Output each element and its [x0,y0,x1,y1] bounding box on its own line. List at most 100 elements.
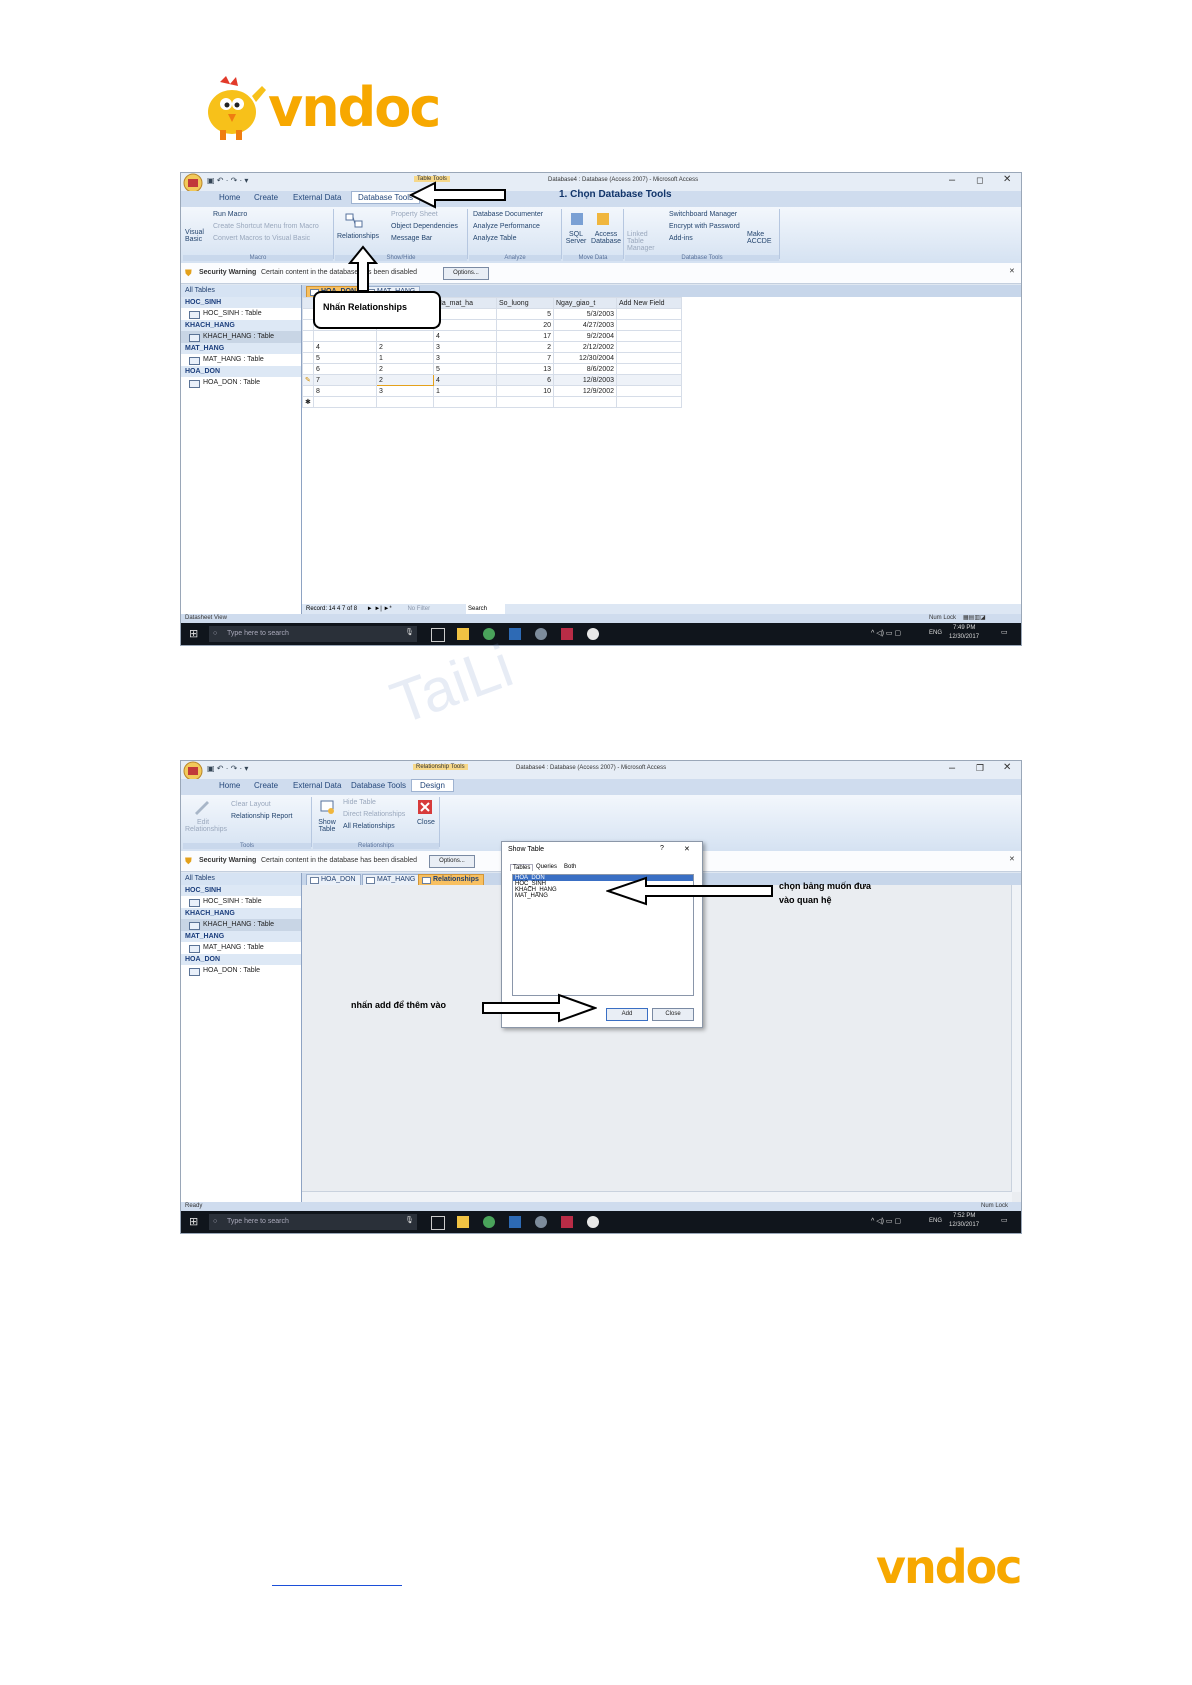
table-row[interactable]: 4 2 3 2 2/12/2002 [302,341,682,353]
nav-group-mat-hang[interactable]: MAT_HANG [181,931,301,942]
close-warning-icon[interactable]: ✕ [1009,267,1015,275]
windows-start-icon[interactable]: ⊞ [189,1215,198,1228]
restore-button[interactable]: ❐ [976,763,984,774]
add-ins-button[interactable]: Add-ins [669,235,693,242]
task-view-icon[interactable] [431,628,445,642]
app-icon[interactable] [587,1216,599,1228]
tab-create[interactable]: Create [254,781,278,790]
app-icon[interactable] [509,1216,521,1228]
office-button-icon[interactable] [183,173,203,191]
access-database-button[interactable]: Access Database [591,231,621,245]
table-row-current[interactable]: ✎ 7 2 4 6 12/8/2003 [302,374,682,386]
tab-database-tools[interactable]: Database Tools [351,781,406,790]
record-nav-text[interactable]: Record: 14 4 7 of 8 [302,606,357,612]
tab-external-data[interactable]: External Data [293,193,341,202]
quick-access-toolbar[interactable]: ▣ ↶ · ↷ · ▾ [207,176,248,185]
nav-item-khach-hang[interactable]: KHACH_HANG : Table [181,919,301,931]
encrypt-password-button[interactable]: Encrypt with Password [669,223,740,230]
app-icon[interactable] [587,628,599,640]
property-sheet-button[interactable]: Property Sheet [391,211,438,218]
dialog-close-btn[interactable]: Close [652,1008,694,1021]
tray-language[interactable]: ENG [929,1218,942,1224]
create-shortcut-menu-button[interactable]: Create Shortcut Menu from Macro [213,223,319,230]
nav-item-mat-hang[interactable]: MAT_HANG : Table [181,942,301,954]
notification-icon[interactable]: ▭ [1001,1216,1008,1224]
new-record-row[interactable]: ✱ [302,396,682,408]
options-button[interactable]: Options... [443,267,489,280]
file-explorer-icon[interactable] [457,628,469,640]
nav-group-mat-hang[interactable]: MAT_HANG [181,343,301,354]
close-window-button[interactable]: ✕ [1003,174,1011,185]
tab-external-data[interactable]: External Data [293,781,341,790]
options-button[interactable]: Options... [429,855,475,868]
column-header[interactable]: Ngay_giao_t [553,297,617,309]
nav-header[interactable]: All Tables [181,873,301,885]
taskbar-search-input[interactable]: ○ Type here to search [209,626,417,642]
nav-item-hoc-sinh[interactable]: HOC_SINH : Table [181,308,301,320]
table-row[interactable]: 8 3 1 10 12/9/2002 [302,385,682,397]
close-window-button[interactable]: ✕ [1003,762,1011,773]
taskbar-search-input[interactable]: ○ Type here to search [209,1214,417,1230]
app-icon[interactable] [535,1216,547,1228]
tab-home[interactable]: Home [219,193,240,202]
maximize-button[interactable]: ◻ [976,175,983,186]
minimize-button[interactable]: – [949,762,955,774]
direct-relationships-button[interactable]: Direct Relationships [343,811,405,818]
run-macro-button[interactable]: Run Macro [213,211,247,218]
nav-item-khach-hang[interactable]: KHACH_HANG : Table [181,331,301,343]
nav-header[interactable]: All Tables [181,285,301,297]
tab-design[interactable]: Design [411,779,454,792]
system-tray-icons[interactable]: ^ ◁) ▭ ▢ [871,1217,901,1225]
make-accde-button[interactable]: Make ACCDE [747,231,775,245]
tray-date[interactable]: 12/30/2017 [949,634,979,640]
access-taskbar-icon[interactable] [561,1216,573,1228]
column-header[interactable]: Add New Field [616,297,682,309]
nav-group-hoa-don[interactable]: HOA_DON [181,954,301,965]
no-filter-button[interactable]: No Filter [393,606,430,612]
file-explorer-icon[interactable] [457,1216,469,1228]
analyze-table-button[interactable]: Analyze Table [473,235,516,242]
column-header[interactable]: So_luong [496,297,554,309]
app-icon[interactable] [509,628,521,640]
search-box[interactable]: Search [466,604,506,614]
nav-item-hoa-don[interactable]: HOA_DON : Table [181,377,301,389]
nav-group-hoc-sinh[interactable]: HOC_SINH [181,297,301,308]
office-button-icon[interactable] [183,761,203,779]
notification-icon[interactable]: ▭ [1001,628,1008,636]
row-selector[interactable] [302,297,314,309]
close-relationships-button[interactable]: Close [417,819,435,826]
tray-time[interactable]: 7:52 PM [953,1213,975,1219]
quick-access-toolbar[interactable]: ▣ ↶ · ↷ · ▾ [207,764,248,773]
tab-home[interactable]: Home [219,781,240,790]
chrome-icon[interactable] [483,1216,495,1228]
vertical-scrollbar[interactable] [1011,885,1021,1192]
edit-relationships-button[interactable]: Edit Relationships [185,819,227,833]
windows-start-icon[interactable]: ⊞ [189,627,198,640]
visual-basic-button[interactable]: Visual Basic [185,229,207,243]
switchboard-manager-button[interactable]: Switchboard Manager [669,211,737,218]
nav-item-mat-hang[interactable]: MAT_HANG : Table [181,354,301,366]
minimize-button[interactable]: – [949,174,955,186]
table-row[interactable]: 6 2 5 13 8/6/2002 [302,363,682,375]
dialog-close-button[interactable]: ✕ [684,845,690,853]
all-relationships-button[interactable]: All Relationships [343,823,395,830]
system-tray-icons[interactable]: ^ ◁) ▭ ▢ [871,629,901,637]
dialog-tab-queries[interactable]: Queries [536,864,557,870]
nav-item-hoa-don[interactable]: HOA_DON : Table [181,965,301,977]
column-header[interactable]: Ma_mat_ha [433,297,497,309]
nav-group-khach-hang[interactable]: KHACH_HANG [181,320,301,331]
hide-table-button[interactable]: Hide Table [343,799,376,806]
table-row[interactable]: 4 17 9/2/2004 [302,330,682,342]
nav-group-hoc-sinh[interactable]: HOC_SINH [181,885,301,896]
relationship-report-button[interactable]: Relationship Report [231,813,292,820]
app-icon[interactable] [535,628,547,640]
clear-layout-button[interactable]: Clear Layout [231,801,271,808]
database-documenter-button[interactable]: Database Documenter [473,211,543,218]
tray-language[interactable]: ENG [929,630,942,636]
view-switcher-icons[interactable]: ▦▤▥◪ [963,614,986,621]
sql-server-button[interactable]: SQL Server [565,231,587,245]
tab-create[interactable]: Create [254,193,278,202]
tray-date[interactable]: 12/30/2017 [949,1222,979,1228]
analyze-performance-button[interactable]: Analyze Performance [473,223,540,230]
dialog-tab-both[interactable]: Both [564,864,576,870]
